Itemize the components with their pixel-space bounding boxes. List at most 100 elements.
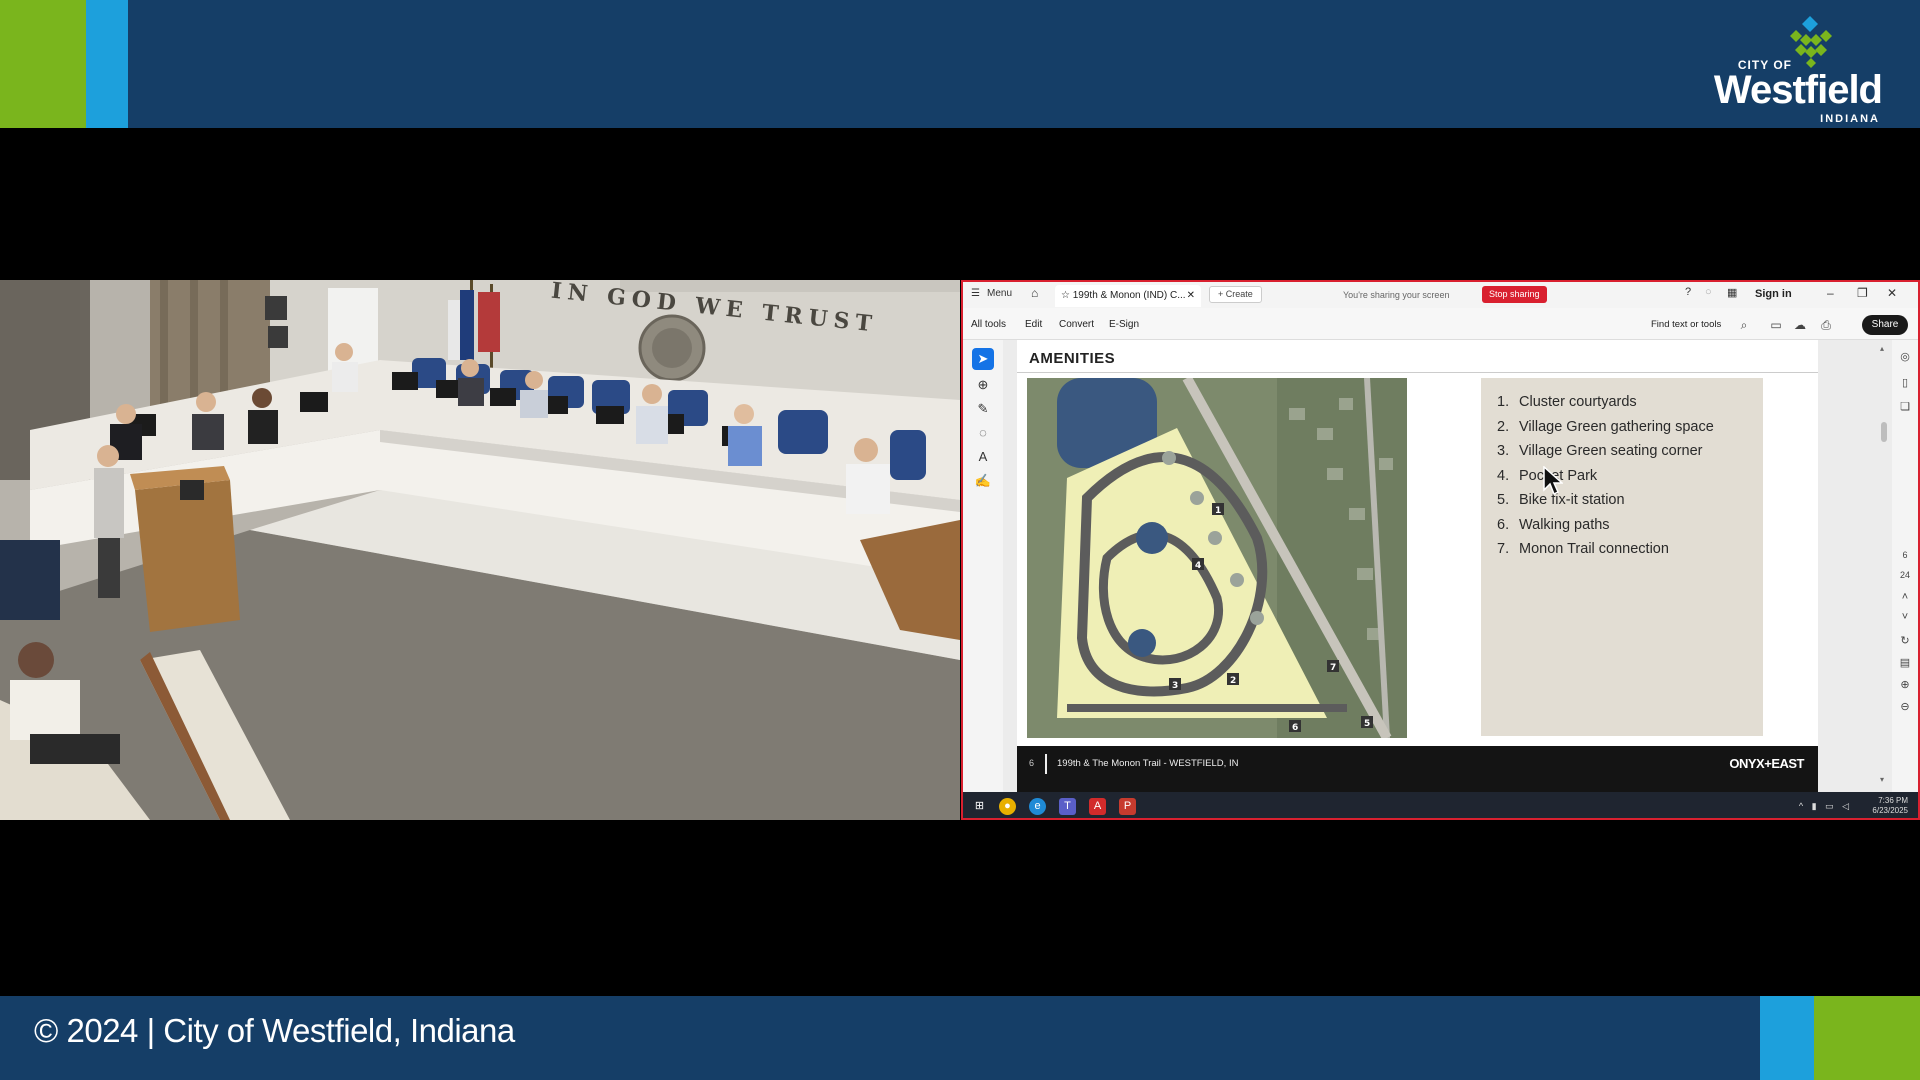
text-box-icon[interactable]: A	[972, 446, 994, 468]
vertical-scrollbar[interactable]: ▴ ▾	[1880, 344, 1888, 784]
screen-share-panel: ☰ Menu ⌂ ☆ 199th & Monon (IND) C... ✕ + …	[961, 280, 1920, 820]
esign-menu[interactable]: E-Sign	[1109, 319, 1139, 330]
green-accent-bar	[0, 0, 86, 128]
convert-menu[interactable]: Convert	[1059, 319, 1094, 330]
windows-start-icon[interactable]: ⊞	[971, 798, 988, 815]
acrobat-titlebar: ☰ Menu ⌂ ☆ 199th & Monon (IND) C... ✕ + …	[963, 282, 1918, 308]
comment-icon[interactable]: ⊕	[972, 374, 994, 396]
save-icon[interactable]: ▭	[1769, 318, 1783, 332]
close-tab-icon[interactable]: ✕	[1187, 290, 1195, 301]
system-clock[interactable]: 7:36 PM 6/23/2025	[1872, 796, 1908, 816]
highlight-pen-icon[interactable]: ✎	[972, 398, 994, 420]
system-tray-icons[interactable]: ^ ▮ ▭ ◁	[1799, 801, 1852, 812]
stop-sharing-button[interactable]: Stop sharing	[1482, 286, 1547, 303]
create-button[interactable]: + Create	[1209, 286, 1262, 303]
apps-grid-icon[interactable]: ▦	[1727, 286, 1737, 299]
zoom-out-icon[interactable]: ⊖	[1898, 700, 1912, 714]
star-icon[interactable]: ☆	[1061, 290, 1070, 301]
all-tools-menu[interactable]: All tools	[971, 319, 1006, 330]
site-plan-map: 1 2 3 4 5 6 7	[1027, 378, 1407, 738]
list-item: 3. Village Green seating corner	[1497, 439, 1714, 464]
find-text-or-tools-button[interactable]: Find text or tools	[1651, 319, 1721, 330]
current-page-number[interactable]: 6	[1898, 548, 1912, 562]
logo-state: INDIANA	[1820, 113, 1880, 125]
clock-date: 6/23/2025	[1872, 806, 1908, 815]
page-footer: 6 199th & The Monon Trail - WESTFIELD, I…	[1017, 746, 1818, 792]
list-item: 2. Village Green gathering space	[1497, 415, 1714, 440]
acrobat-icon[interactable]: A	[1089, 798, 1106, 815]
plus-icon: +	[1218, 289, 1226, 299]
list-item-number: 2.	[1497, 418, 1510, 435]
upload-cloud-icon[interactable]: ☁	[1793, 318, 1807, 332]
ai-assistant-icon[interactable]: ◎	[1898, 350, 1912, 364]
title-divider	[1017, 372, 1818, 373]
search-icon[interactable]: ⌕	[1737, 318, 1751, 332]
site-plan-marker-6: 6	[1292, 723, 1298, 733]
sign-in-button[interactable]: Sign in	[1755, 288, 1792, 300]
help-icon[interactable]: ?	[1685, 286, 1691, 298]
share-button[interactable]: Share	[1862, 315, 1908, 335]
mouse-pointer-icon	[1543, 466, 1563, 496]
zoom-in-icon[interactable]: ⊕	[1898, 678, 1912, 692]
notification-icon[interactable]: ○	[1705, 286, 1712, 298]
site-plan-marker-7: 7	[1330, 663, 1336, 673]
previous-page-icon[interactable]: ˄	[1898, 590, 1912, 604]
footer-page-number: 6	[1029, 758, 1035, 768]
list-item-number: 5.	[1497, 492, 1510, 508]
list-item-label: Village Green seating corner	[1519, 443, 1703, 459]
select-cursor-icon[interactable]: ➤	[972, 348, 994, 370]
home-icon[interactable]: ⌂	[1031, 286, 1038, 300]
scroll-up-icon[interactable]: ▴	[1880, 344, 1884, 353]
list-item-number: 4.	[1497, 467, 1510, 484]
copyright-text: © 2024 | City of Westfield, Indiana	[34, 1012, 515, 1049]
site-plan-marker-3: 3	[1172, 681, 1178, 691]
footer-divider	[1045, 754, 1047, 774]
list-item-number: 6.	[1497, 516, 1510, 533]
clock-time: 7:36 PM	[1878, 796, 1908, 805]
page-title: AMENITIES	[1029, 350, 1116, 367]
total-page-count: 24	[1899, 570, 1910, 580]
minimize-icon[interactable]: –	[1827, 286, 1834, 300]
site-plan-marker-1: 1	[1215, 506, 1221, 516]
bookmark-icon[interactable]: ▯	[1898, 376, 1912, 390]
next-page-icon[interactable]: ˅	[1898, 610, 1912, 624]
close-window-icon[interactable]: ✕	[1887, 286, 1897, 300]
list-item: 5. Bike fix-it station	[1497, 488, 1714, 513]
print-icon[interactable]: ⎙	[1819, 318, 1833, 332]
bottom-banner: © 2024 | City of Westfield, Indiana	[0, 996, 1920, 1080]
document-tab[interactable]: ☆ 199th & Monon (IND) C... ✕	[1055, 285, 1201, 307]
chrome-icon[interactable]: ●	[999, 798, 1016, 815]
edit-menu[interactable]: Edit	[1025, 319, 1042, 330]
edge-icon[interactable]: e	[1029, 798, 1046, 815]
menu-button[interactable]: Menu	[987, 288, 1012, 299]
site-plan-marker-2: 2	[1230, 676, 1236, 686]
quick-tools-rail: ➤ ⊕ ✎ ◌ A ✍	[963, 340, 1003, 792]
page-info-icon[interactable]: ▤	[1898, 656, 1912, 670]
site-plan-marker-5: 5	[1364, 719, 1370, 729]
list-item-label: Bike fix-it station	[1519, 492, 1625, 508]
scroll-thumb[interactable]	[1881, 422, 1887, 442]
teams-icon[interactable]: T	[1059, 798, 1076, 815]
document-tab-label: 199th & Monon (IND) C...	[1072, 290, 1186, 301]
amenities-list-panel: 1. Cluster courtyards 2. Village Green gat…	[1481, 378, 1763, 736]
hamburger-menu-icon[interactable]: ☰	[971, 288, 980, 299]
acrobat-toolbar: All tools Edit Convert E-Sign Find text …	[963, 308, 1918, 340]
blue-accent-bar	[1760, 996, 1814, 1080]
stream-frame: CITY OF Westfield INDIANA IN GOD WE TRUS…	[0, 0, 1920, 1080]
right-tools-rail: ◎ ▯ ❏ 6 24 ˄ ˅ ↻ ▤ ⊕ ⊖	[1892, 340, 1918, 792]
pages-icon[interactable]: ❏	[1898, 400, 1912, 414]
council-chamber-camera-feed: IN GOD WE TRUST	[0, 280, 960, 820]
stamp-icon[interactable]: ✍	[972, 470, 994, 492]
restore-icon[interactable]: ❐	[1857, 286, 1868, 300]
powerpoint-icon[interactable]: P	[1119, 798, 1136, 815]
list-item-number: 1.	[1497, 394, 1510, 410]
create-label: Create	[1225, 289, 1253, 299]
footer-brand-logo: ONYX+EAST	[1729, 756, 1804, 771]
scroll-down-icon[interactable]: ▾	[1880, 775, 1884, 784]
list-item-label: Cluster courtyards	[1519, 394, 1637, 410]
list-item: 4. Pocket Park	[1497, 464, 1714, 489]
list-item-label: Walking paths	[1519, 516, 1610, 533]
lasso-icon[interactable]: ◌	[972, 422, 994, 444]
logo-city-name: Westfield	[1713, 68, 1883, 112]
rotate-icon[interactable]: ↻	[1898, 634, 1912, 648]
